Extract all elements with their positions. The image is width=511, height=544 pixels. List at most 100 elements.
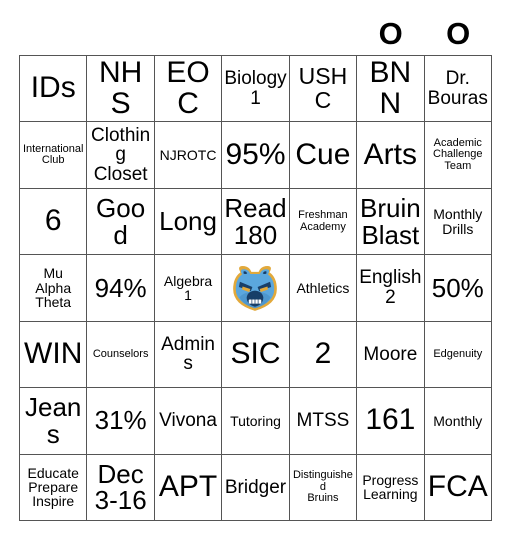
bingo-cell-r4-c6[interactable]: English 2 xyxy=(357,255,425,322)
bingo-cell-label: Read 180 xyxy=(224,192,287,250)
bingo-cell-r7-c1[interactable]: Educate Prepare Inspire xyxy=(20,454,88,521)
bingo-cell-label: Edgenuity xyxy=(433,347,483,360)
bingo-cell-label: FCA xyxy=(427,469,488,503)
bingo-cell-label: 161 xyxy=(365,403,416,437)
bingo-cell-r1-c1[interactable]: IDs xyxy=(20,56,88,123)
bingo-cell-r6-c6[interactable]: 161 xyxy=(357,388,425,455)
bingo-cell-label: Biology 1 xyxy=(224,68,287,109)
bingo-card-page: O O IDs NHS EOC Biology 1 USHC BNN Dr. Bouras I… xyxy=(0,0,511,544)
bingo-cell-label: Algebra 1 xyxy=(163,272,213,303)
bingo-cell-r1-c2[interactable]: NHS xyxy=(87,56,155,123)
bingo-cell-label: Distinguished Bruins xyxy=(292,469,353,504)
bingo-cell-r3-c5[interactable]: Freshman Academy xyxy=(289,188,358,256)
bingo-cell-r2-c4[interactable]: 95% xyxy=(222,122,290,189)
bingo-cell-r4-c3[interactable]: Algebra 1 xyxy=(154,255,223,322)
bingo-cell-label: Cue xyxy=(295,137,351,171)
marker-letter-col-2 xyxy=(87,12,155,55)
bingo-cell-r3-c2[interactable]: Good xyxy=(87,188,155,256)
marker-letter-col-1 xyxy=(19,12,87,55)
bingo-cell-r4-c4[interactable] xyxy=(222,255,290,322)
bingo-cell-label: Dr. Bouras xyxy=(427,68,488,109)
bingo-cell-label: MTSS xyxy=(296,410,350,432)
bingo-cell-label: Athletics xyxy=(296,279,350,296)
bingo-cell-r3-c7[interactable]: Monthly Drills xyxy=(424,188,492,256)
bingo-cell-r3-c6[interactable]: Bruin Blast xyxy=(357,188,425,256)
bingo-cell-r2-c6[interactable]: Arts xyxy=(357,122,425,189)
bruin-bear-head-logo xyxy=(233,266,278,311)
bingo-cell-label: 6 xyxy=(44,204,62,238)
bingo-cell-r3-c3[interactable]: Long xyxy=(154,188,223,256)
bingo-cell-label: 31% xyxy=(94,405,147,436)
bingo-cell-label: International Club xyxy=(22,142,84,167)
bingo-cell-label: BNN xyxy=(369,56,412,120)
bingo-cell-r6-c3[interactable]: Vivona xyxy=(154,388,223,455)
bingo-cell-label: Arts xyxy=(363,137,418,171)
bingo-cell-r5-c6[interactable]: Moore xyxy=(357,321,425,389)
bingo-cell-label: Admins xyxy=(161,333,215,375)
bingo-cell-r6-c2[interactable]: 31% xyxy=(87,388,155,455)
bingo-cell-label: Academic Challenge Team xyxy=(433,137,483,172)
bingo-cell-r6-c5[interactable]: MTSS xyxy=(289,388,358,455)
bingo-cell-r1-c7[interactable]: Dr. Bouras xyxy=(424,56,492,123)
bingo-cell-r1-c4[interactable]: Biology 1 xyxy=(222,56,290,123)
bingo-cell-r5-c4[interactable]: SIC xyxy=(222,321,290,389)
bingo-cell-r5-c2[interactable]: Counselors xyxy=(87,321,155,389)
bingo-cell-r4-c1[interactable]: Mu Alpha Theta xyxy=(20,255,88,322)
bingo-cell-r5-c1[interactable]: WIN xyxy=(20,321,88,389)
bingo-cell-label: EOC xyxy=(166,56,210,120)
bingo-cell-r2-c5[interactable]: Cue xyxy=(289,122,358,189)
bingo-cell-r6-c7[interactable]: Monthly xyxy=(424,388,492,455)
bingo-cell-label: Bruin Blast xyxy=(360,192,421,250)
marker-letter-col-7: O xyxy=(446,16,471,51)
bingo-cell-r1-c5[interactable]: USHC xyxy=(289,56,358,123)
bingo-cell-r2-c3[interactable]: NJROTC xyxy=(154,122,223,189)
bingo-cell-label: Moore xyxy=(363,343,418,365)
bingo-cell-r7-c5[interactable]: Distinguished Bruins xyxy=(289,454,358,521)
bingo-cell-r1-c6[interactable]: BNN xyxy=(357,56,425,123)
bingo-cell-label: Counselors xyxy=(92,347,149,360)
bingo-cell-label: APT xyxy=(158,469,218,503)
bingo-cell-r5-c3[interactable]: Admins xyxy=(154,321,223,389)
bingo-cell-label: Good xyxy=(96,192,146,250)
bingo-cell-r2-c7[interactable]: Academic Challenge Team xyxy=(424,122,492,189)
bingo-grid: IDs NHS EOC Biology 1 USHC BNN Dr. Bouras Inter… xyxy=(19,55,492,521)
bingo-cell-r4-c7[interactable]: 50% xyxy=(424,255,492,322)
bingo-cell-r4-c2[interactable]: 94% xyxy=(87,255,155,322)
bingo-cell-label: Progress Learning xyxy=(362,471,419,503)
bingo-cell-r5-c5[interactable]: 2 xyxy=(289,321,358,389)
bingo-cell-r6-c4[interactable]: Tutoring xyxy=(222,388,290,455)
bingo-cell-label: NJROTC xyxy=(159,146,217,163)
bingo-cell-r3-c1[interactable]: 6 xyxy=(20,188,88,256)
bingo-cell-label: Dec 3-16 xyxy=(94,458,147,516)
bingo-cell-label: Clothing Closet xyxy=(91,124,151,185)
bingo-cell-label: Monthly xyxy=(433,412,483,429)
bingo-cell-r7-c2[interactable]: Dec 3-16 xyxy=(87,454,155,521)
bingo-cell-label: SIC xyxy=(230,336,281,370)
bingo-cell-r7-c3[interactable]: APT xyxy=(154,454,223,521)
marker-letter-col-4 xyxy=(222,12,290,55)
bingo-cell-r7-c6[interactable]: Progress Learning xyxy=(357,454,425,521)
bingo-cell-label: Tutoring xyxy=(230,412,281,429)
bingo-cell-label: 2 xyxy=(314,336,332,370)
bingo-cell-r2-c1[interactable]: International Club xyxy=(20,122,88,189)
bingo-cell-r1-c3[interactable]: EOC xyxy=(154,56,223,123)
bingo-cell-r2-c2[interactable]: Clothing Closet xyxy=(87,122,155,189)
marker-letter-col-3 xyxy=(154,12,222,55)
bingo-cell-label: 95% xyxy=(225,137,286,171)
bingo-cell-r7-c4[interactable]: Bridger xyxy=(222,454,290,521)
marker-letter-col-6: O xyxy=(378,16,403,51)
bingo-cell-label: Long xyxy=(159,206,217,237)
bingo-cell-label: NHS xyxy=(98,56,143,120)
bingo-cell-r4-c5[interactable]: Athletics xyxy=(289,255,358,322)
bingo-cell-label: 94% xyxy=(94,272,147,303)
bingo-cell-r7-c7[interactable]: FCA xyxy=(424,454,492,521)
bingo-cell-r5-c7[interactable]: Edgenuity xyxy=(424,321,492,389)
bingo-cell-label: Jeans xyxy=(25,392,82,449)
bingo-cell-label: Mu Alpha Theta xyxy=(35,265,72,311)
bingo-cell-r6-c1[interactable]: Jeans xyxy=(20,388,88,455)
bingo-cell-label: Freshman Academy xyxy=(298,209,348,233)
bingo-cell-label: USHC xyxy=(298,63,348,113)
marker-letter-col-5 xyxy=(289,12,357,55)
bingo-cell-label: IDs xyxy=(30,71,76,105)
bingo-cell-r3-c4[interactable]: Read 180 xyxy=(222,188,290,256)
